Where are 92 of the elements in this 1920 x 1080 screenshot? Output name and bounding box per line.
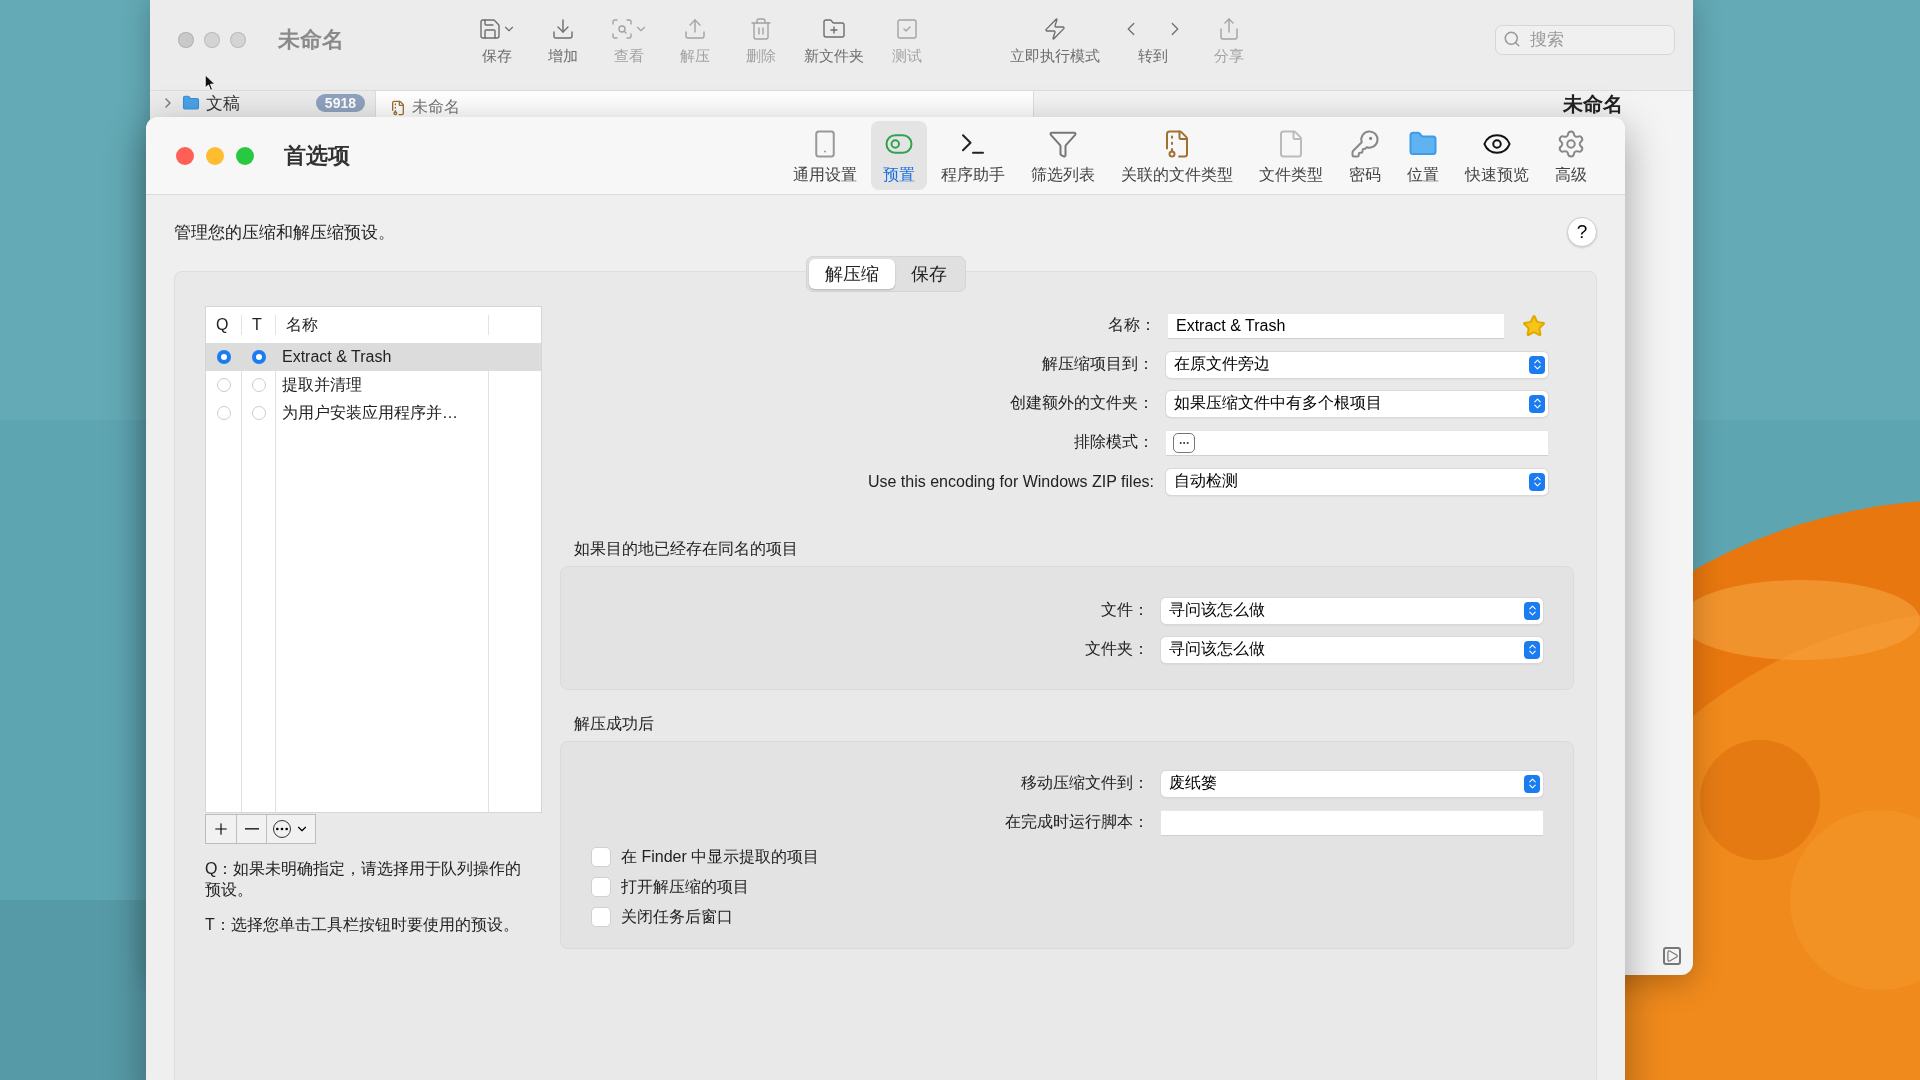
sidebar-item[interactable]: 文稿 [206,91,240,115]
field-label: 排除模式： [1074,432,1154,452]
pointer-cursor-icon [204,74,217,92]
funnel-icon [1048,129,1078,159]
field-label: 文件夹： [1085,639,1149,659]
radio-button[interactable] [252,350,266,364]
field-label: 创建额外的文件夹： [1010,393,1154,413]
help-button[interactable]: ? [1567,217,1597,247]
note-text: Q：如果未明确指定，请选择用于队列操作的预设。 [205,859,523,900]
preset-row[interactable]: Extract & Trash [206,343,541,371]
preferences-tab[interactable]: 筛选列表 [1019,121,1107,190]
radio-button[interactable] [252,406,266,420]
zoom-button[interactable] [230,32,246,48]
preferences-tab[interactable]: 关联的文件类型 [1109,121,1245,190]
token-icon [1173,432,1195,453]
trash-icon [749,16,773,41]
close-button[interactable] [176,146,194,165]
minimize-button[interactable] [206,146,224,165]
search-field[interactable]: 搜索 [1495,25,1675,55]
star-icon[interactable] [1522,313,1546,338]
segment-tab[interactable]: 保存 [894,259,963,289]
close-button[interactable] [178,32,194,48]
preferences-tab[interactable]: 程序助手 [929,121,1017,190]
remove-button[interactable] [237,814,267,844]
preferences-tab[interactable]: 通用设置 [781,121,869,190]
toolbar-button[interactable]: 保存 [464,10,530,70]
column-header[interactable]: Q [206,315,242,335]
toolbar-button[interactable]: 新文件夹 [794,10,874,70]
plus-icon [212,820,230,838]
add-button[interactable] [205,814,237,844]
field-label: 名称： [1108,315,1156,335]
radio-button[interactable] [217,350,231,364]
document-tab[interactable]: 未命名 [390,97,460,118]
checkbox-option[interactable]: 关闭任务后窗口 [561,902,1573,932]
field-label: 移动压缩文件到： [1021,773,1149,793]
field-label: 解压缩项目到： [1042,354,1154,374]
preferences-tab[interactable]: 快速预览 [1453,121,1541,190]
dropdown[interactable]: 寻问该怎么做 [1161,597,1543,624]
minimize-button[interactable] [204,32,220,48]
preferences-tab[interactable]: 预置 [871,121,927,190]
archive-title: 未命名 [1563,93,1623,115]
intro-text: 管理您的压缩和解压缩预设。 [174,221,395,244]
bolt-icon [1043,16,1067,41]
preferences-tab[interactable]: 文件类型 [1247,121,1335,190]
checkbox-icon [895,16,919,41]
preferences-tab[interactable]: 位置 [1395,121,1451,190]
upload-icon [683,16,707,41]
share-icon [1217,16,1241,41]
pattern-field[interactable] [1166,429,1548,456]
input-field[interactable] [1161,809,1543,836]
preferences-tab[interactable]: 高级 [1543,121,1599,190]
key-icon [1350,129,1380,159]
window-title: 未命名 [278,26,344,54]
zoom-button[interactable] [236,146,254,165]
field-label: 在完成时运行脚本： [1005,812,1149,832]
radio-button[interactable] [217,378,231,392]
column-header[interactable]: 名称 [276,315,489,335]
field-label: Use this encoding for Windows ZIP files: [867,472,1154,491]
field-label: 文件： [1101,600,1149,620]
name-field[interactable]: Extract & Trash [1168,312,1504,339]
radio-button[interactable] [252,378,266,392]
search-icon [1503,30,1521,48]
folder-icon [182,94,200,112]
column-header[interactable]: T [242,315,276,335]
folder-plus-icon [822,16,846,41]
count-badge: 5918 [315,94,365,112]
toolbar-button[interactable]: 转到 [1110,10,1196,70]
segment-tab[interactable]: 解压缩 [808,259,895,289]
minus-icon [244,828,259,830]
dropdown[interactable]: 废纸篓 [1161,770,1543,797]
checkbox-option[interactable]: 打开解压缩的项目 [561,872,1573,902]
gear-icon [1556,129,1586,159]
preferences-tab[interactable]: 密码 [1337,121,1393,190]
group-title: 解压成功后 [574,714,655,734]
play-icon[interactable] [1663,947,1681,965]
group-title: 如果目的地已经存在同名的项目 [574,539,799,559]
download-icon [551,16,575,41]
preset-row[interactable]: 提取并清理 [206,371,541,399]
toolbar-button[interactable]: 增加 [530,10,596,70]
checkbox-option[interactable]: 在 Finder 中显示提取的项目 [561,842,1573,872]
note-text: T：选择您单击工具栏按钮时要使用的预设。 [205,915,520,935]
radio-button[interactable] [217,406,231,420]
search-doc-icon [610,16,634,41]
dropdown[interactable]: 如果压缩文件中有多个根项目 [1166,390,1548,417]
dropdown[interactable]: 在原文件旁边 [1166,351,1548,378]
window-title: 首选项 [284,141,350,170]
preset-row[interactable]: 为用户安装应用程序并… [206,399,541,427]
toolbar-button[interactable]: 立即执行模式 [1000,10,1110,70]
more-menu-button[interactable] [267,814,316,844]
dropdown[interactable]: 自动检测 [1166,468,1548,495]
dropdown[interactable]: 寻问该怎么做 [1161,636,1543,663]
archive-icon [390,99,406,116]
